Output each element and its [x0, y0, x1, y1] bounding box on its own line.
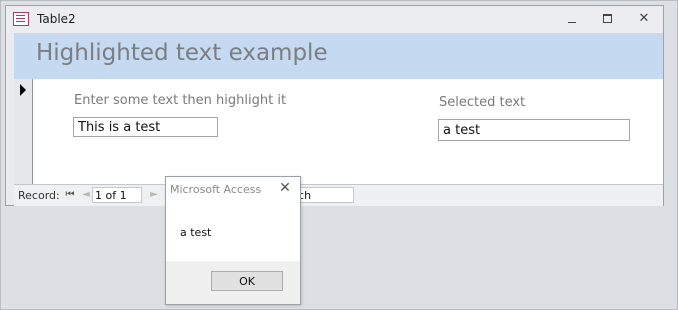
message-box-dialog: Microsoft Access ✕ a test OK: [165, 176, 301, 305]
selected-text-label: Selected text: [439, 95, 526, 110]
restore-button[interactable]: [598, 11, 616, 27]
dialog-title: Microsoft Access: [170, 183, 262, 196]
dialog-message: a test: [180, 226, 212, 239]
form-table-icon: [13, 12, 29, 26]
next-record-button[interactable]: ►: [148, 188, 160, 202]
record-selector-arrow-icon: [20, 84, 26, 96]
text-input-field[interactable]: This is a test: [73, 117, 218, 137]
form-window: Table2 ✕ Highlighted text example Enter …: [5, 5, 664, 206]
close-window-button[interactable]: ✕: [635, 11, 653, 27]
window-titlebar[interactable]: Table2 ✕: [6, 6, 663, 33]
form-header-title: Highlighted text example: [36, 40, 328, 66]
minimize-button[interactable]: [563, 11, 581, 27]
record-selector[interactable]: [14, 79, 33, 184]
ok-button[interactable]: OK: [211, 271, 283, 291]
dialog-footer: OK: [166, 261, 300, 304]
first-record-button[interactable]: ⏮: [64, 188, 76, 202]
input-label: Enter some text then highlight it: [74, 93, 287, 108]
record-position-field[interactable]: 1 of 1: [92, 187, 142, 203]
previous-record-button[interactable]: ◄: [80, 188, 92, 202]
form-body: Highlighted text example Enter some text…: [14, 33, 663, 184]
selected-text-field[interactable]: a test: [438, 119, 630, 141]
window-title: Table2: [37, 12, 76, 26]
form-header: Highlighted text example: [14, 33, 663, 79]
dialog-close-icon[interactable]: ✕: [277, 180, 293, 196]
record-label: Record:: [18, 189, 60, 202]
record-navigation-bar: Record: ⏮ ◄ 1 of 1 ► arch: [14, 184, 663, 206]
